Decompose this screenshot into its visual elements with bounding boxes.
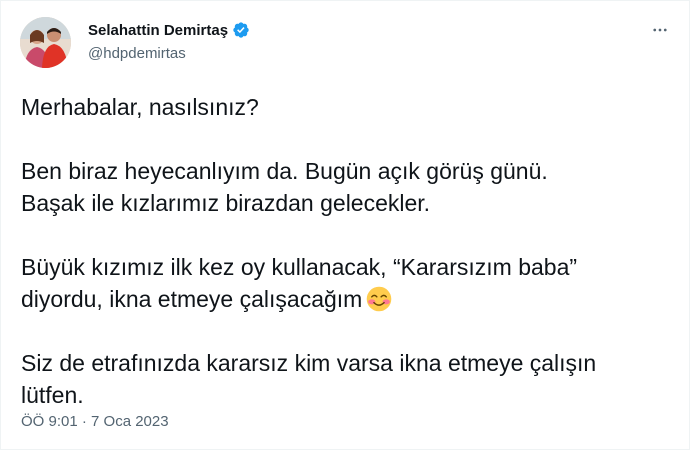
smiling-face-emoji-icon [367,286,392,312]
tweet-line: lütfen. [21,382,84,408]
tweet-text: Merhabalar, nasılsınız? Ben biraz heyeca… [21,91,661,411]
avatar-photo [20,17,71,68]
tweet-line: Merhabalar, nasılsınız? [21,94,259,120]
tweet-line: Başak ile kızlarımız birazdan gelecekler… [21,190,431,216]
tweet-line-with-emoji: diyordu, ikna etmeye çalışacağım [21,283,661,315]
author-handle[interactable]: @hdpdemirtas [88,45,186,62]
tweet-line: Büyük kızımız ilk kez oy kullanacak, “Ka… [21,254,578,280]
timestamp-text[interactable]: ÖÖ 9:01 · 7 Oca 2023 [21,413,169,430]
avatar[interactable] [20,17,71,68]
author-name-text: Selahattin Demirtaş [88,21,229,39]
tweet-line: diyordu, ikna etmeye çalışacağım [21,286,363,312]
tweet-card: Selahattin Demirtaş @hdpdemirtas Merhaba… [0,0,690,450]
tweet-line: Ben biraz heyecanlıyım da. Bugün açık gö… [21,158,548,184]
author-name[interactable]: Selahattin Demirtaş [88,21,250,39]
verified-badge-icon [233,22,249,38]
tweet-line: Siz de etrafınızda kararsız kim varsa ik… [21,350,597,376]
more-options-button[interactable] [649,19,671,41]
more-options-icon [653,28,667,32]
tweet-timestamp[interactable]: ÖÖ 9:01 · 7 Oca 2023 [21,413,169,430]
